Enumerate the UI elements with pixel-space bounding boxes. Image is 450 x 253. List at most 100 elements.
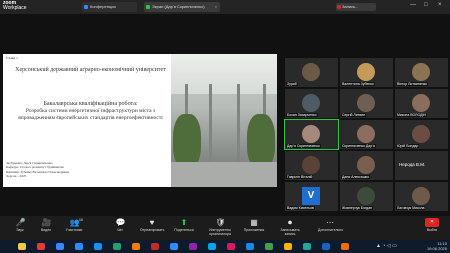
taskbar-app-icon[interactable]	[151, 243, 159, 250]
taskbar-app-icon[interactable]	[75, 243, 83, 250]
control-label: Видео	[40, 228, 52, 232]
system-tray-icons[interactable]: ▲ ◔ ◁ ▭	[376, 243, 397, 249]
zoom-logo: zoom Workplace	[3, 0, 27, 11]
slide-topic: Розробка системи енергетичної інфраструк…	[18, 108, 163, 121]
taskbar-app-icon[interactable]	[132, 243, 140, 250]
taskbar-app-icon[interactable]	[94, 243, 102, 250]
control-icon: 💬	[115, 218, 126, 227]
participant-name: Микола ВОЛОДІН	[396, 113, 427, 117]
control-icon: ⏺	[288, 218, 292, 227]
control-button[interactable]: ⋯ Дополнительно	[318, 218, 344, 232]
control-button[interactable]: ▦ Приложения	[242, 218, 266, 232]
maximize-icon[interactable]: □	[424, 2, 428, 8]
taskbar-app-icon[interactable]	[189, 243, 197, 250]
clock[interactable]: 11:10 19.06.2025	[427, 241, 447, 251]
participant-tile[interactable]: Нерода В.М.	[395, 151, 448, 180]
control-button[interactable]: 🛡 Инструменты организатора	[208, 218, 232, 236]
participant-name: Гаврілін Віталій	[286, 175, 314, 179]
participant-tile[interactable]: Жовнерчук Богдан	[340, 182, 393, 211]
control-label: Выйти	[426, 228, 438, 232]
taskbar-app-icon[interactable]	[246, 243, 254, 250]
participant-tile[interactable]: Зураб	[285, 58, 338, 87]
slide-photo	[171, 54, 277, 187]
taskbar-app-icon[interactable]	[18, 243, 26, 250]
participant-video	[357, 187, 375, 205]
participant-name: Валентина Зубенко	[341, 82, 375, 86]
participant-tile[interactable]: Сергій Литвин	[340, 89, 393, 118]
participant-name: Юрій Бондар	[396, 144, 420, 148]
participant-avatar-letter: V	[302, 187, 320, 205]
participant-video	[302, 156, 320, 174]
record-icon	[337, 5, 341, 9]
control-label: Звук	[16, 228, 24, 232]
participant-video	[302, 63, 320, 81]
control-button[interactable]: ✕ Выйти	[420, 218, 444, 232]
participant-tile[interactable]: Даня Алексашко	[340, 151, 393, 180]
close-window-icon[interactable]: ×	[438, 2, 442, 8]
control-label: Участники	[65, 228, 83, 232]
control-icon: ⋯	[326, 218, 334, 227]
participant-tile[interactable]: V Вадим Кисельов	[285, 182, 338, 211]
control-icon: 🎤	[15, 218, 26, 227]
participant-video	[357, 63, 375, 81]
tab-screen-share[interactable]: Экран (Дар’я Скрипниченко) ×	[144, 2, 220, 12]
taskbar-app-icon[interactable]	[170, 243, 178, 250]
participant-name: Жовнерчук Богдан	[341, 206, 374, 210]
participant-tile[interactable]: Віктор Литвиненко	[395, 58, 448, 87]
control-icon: 🎥	[41, 218, 52, 227]
participant-name: Дар’я Скрипниченко	[286, 144, 321, 148]
control-icon: ⬆	[180, 218, 188, 227]
taskbar-app-icon[interactable]	[322, 243, 330, 250]
taskbar-app-icon[interactable]	[265, 243, 273, 250]
control-label: Поделиться	[174, 228, 194, 232]
control-icon: 👥	[69, 218, 80, 227]
control-button[interactable]: ♥ Отреагировать	[140, 218, 164, 232]
control-icon: 🛡	[215, 218, 226, 227]
participant-video	[412, 125, 430, 143]
participant-name: Бохан Захарченко	[286, 113, 318, 117]
recording-indicator[interactable]: Запись...	[336, 3, 376, 11]
close-icon[interactable]: ×	[215, 2, 217, 12]
taskbar-app-icon[interactable]	[113, 243, 121, 250]
tab-conference[interactable]: Конференция	[82, 2, 137, 12]
control-button[interactable]: 💬 Чат	[108, 218, 132, 232]
taskbar-app-icon[interactable]	[208, 243, 216, 250]
control-button[interactable]: ⬆ Поделиться	[172, 218, 196, 232]
participant-video	[357, 94, 375, 112]
participant-name: Лаговчук Микола	[396, 206, 426, 210]
control-label: Дополнительно	[318, 228, 344, 232]
participant-tile[interactable]: Микола ВОЛОДІН	[395, 89, 448, 118]
slide-work-type: Бакалаврська кваліфікаційна робота:	[43, 101, 138, 107]
participant-tile[interactable]: Гаврілін Віталій	[285, 151, 338, 180]
taskbar-app-icon[interactable]	[56, 243, 64, 250]
participants-count: 16	[79, 218, 83, 222]
control-label: Чат	[117, 228, 123, 232]
participant-video	[412, 94, 430, 112]
participant-tile[interactable]: Юрій Бондар	[395, 120, 448, 149]
taskbar-app-icon[interactable]	[37, 243, 45, 250]
control-button[interactable]: 🎤 Звук	[8, 218, 32, 232]
shared-slide: Слайд 1 Херсонський державний аграрно-ек…	[3, 54, 277, 187]
taskbar-app-icon[interactable]	[227, 243, 235, 250]
control-button[interactable]: ⏺ Записывать запись	[278, 218, 302, 236]
control-icon: ▦	[250, 218, 258, 227]
participant-name: Сергій Литвин	[341, 113, 367, 117]
minimize-icon[interactable]: —	[410, 2, 416, 8]
participant-tile[interactable]: Бохан Захарченко	[285, 89, 338, 118]
taskbar-app-icon[interactable]	[284, 243, 292, 250]
participant-video	[302, 125, 320, 143]
taskbar-app-icon[interactable]	[303, 243, 311, 250]
participant-tile[interactable]: Лаговчук Микола	[395, 182, 448, 211]
control-button[interactable]: 🎥 Видео	[34, 218, 58, 232]
participant-video	[357, 125, 375, 143]
control-label: Инструменты организатора	[209, 228, 231, 236]
control-icon: ♥	[149, 218, 155, 227]
taskbar-app-icon[interactable]	[341, 243, 349, 250]
slide-university: Херсонський державний аграрно-економічни…	[15, 67, 166, 73]
participant-tile[interactable]: Скрипниченко Дар’я	[340, 120, 393, 149]
control-button[interactable]: 👥 Участники 16	[62, 218, 86, 232]
participant-tile[interactable]: Валентина Зубенко	[340, 58, 393, 87]
participant-tile[interactable]: Дар’я Скрипниченко	[284, 119, 339, 150]
control-icon: ✕	[425, 218, 439, 227]
control-label: Записывать запись	[280, 228, 300, 236]
